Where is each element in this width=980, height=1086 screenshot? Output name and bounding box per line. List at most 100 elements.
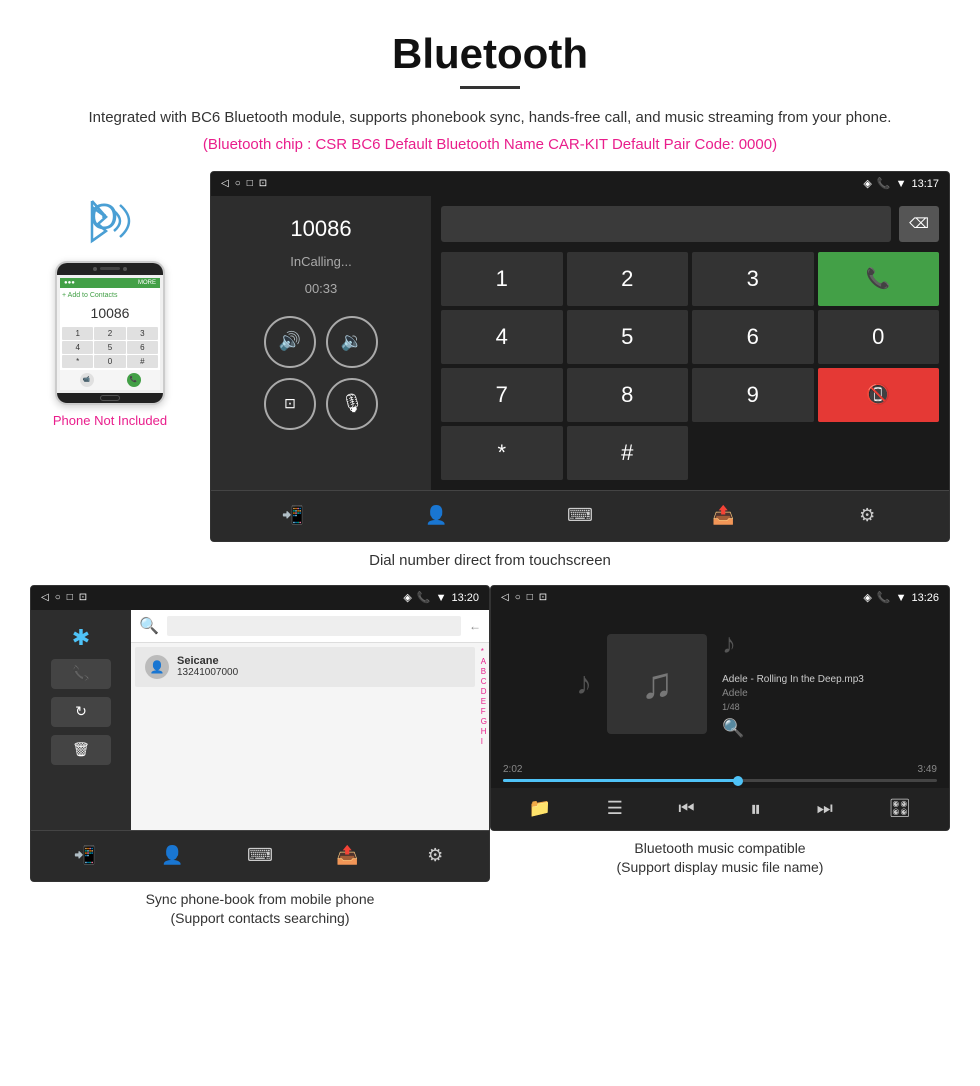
key-hash[interactable]: # xyxy=(567,426,689,480)
sync-sidebar-btn[interactable]: ↻ xyxy=(51,697,111,727)
volume-up-btn[interactable]: 🔊 xyxy=(264,316,316,368)
ms-location-icon: ◈ xyxy=(863,591,871,604)
phone-key-6[interactable]: 6 xyxy=(127,341,158,354)
alpha-index: * A B C D E F G H I xyxy=(479,643,489,830)
contacts-nav-person[interactable]: 👤 xyxy=(157,841,187,871)
key-endcall[interactable]: 📵 xyxy=(818,368,940,422)
progress-thumb xyxy=(733,776,743,786)
delete-sidebar-btn[interactable]: 🗑 xyxy=(51,735,111,765)
android-call-screen: ◁ ○ □ ⊡ ◈ 📞 ▼ 13:17 10086 InCalling... 0… xyxy=(210,171,950,542)
music-note-right: ♪ xyxy=(722,628,736,660)
phonebook-status-bar: ◁ ○ □ ⊡ ◈ 📞 ▼ 13:20 xyxy=(31,586,489,610)
phonebook-screen: ◁ ○ □ ⊡ ◈ 📞 ▼ 13:20 ✱ 📞 ↻ 🗑 xyxy=(30,585,490,882)
key-star[interactable]: * xyxy=(441,426,563,480)
backspace-btn[interactable]: ⌫ xyxy=(899,206,939,242)
phone-status-icon: 📞 xyxy=(877,177,891,190)
page-title: Bluetooth xyxy=(0,0,980,86)
phone-call-btn[interactable]: 📞 xyxy=(127,373,141,387)
add-contacts-label: + Add to Contacts xyxy=(62,290,158,301)
status-right: ◈ 📞 ▼ 13:17 xyxy=(863,177,939,190)
phone-key-5[interactable]: 5 xyxy=(94,341,125,354)
phone-key-0[interactable]: 0 xyxy=(94,355,125,368)
side-notes-left: ♪ xyxy=(576,665,592,702)
progress-times: 2:02 3:49 xyxy=(503,764,937,775)
contacts-list: 👤 Seicane 13241007000 xyxy=(131,643,479,830)
key-0[interactable]: 0 xyxy=(818,310,940,364)
android-status-bar: ◁ ○ □ ⊡ ◈ 📞 ▼ 13:17 xyxy=(211,172,949,196)
phone-key-2[interactable]: 2 xyxy=(94,327,125,340)
back-arrow-icon: ← xyxy=(469,619,481,633)
ms-time-display: 13:26 xyxy=(911,592,939,604)
key-9[interactable]: 9 xyxy=(692,368,814,422)
nav-contacts-icon[interactable]: 👤 xyxy=(421,501,451,531)
time-total: 3:49 xyxy=(918,764,937,775)
ms-home-icon: ○ xyxy=(515,592,521,603)
ms-wifi-icon: ▼ xyxy=(896,592,907,604)
phone-key-hash[interactable]: # xyxy=(127,355,158,368)
phone-video-btn[interactable]: 📹 xyxy=(80,373,94,387)
progress-bar[interactable] xyxy=(503,779,937,782)
call-sidebar-btn[interactable]: 📞 xyxy=(51,659,111,689)
key-8[interactable]: 8 xyxy=(567,368,689,422)
contacts-sidebar: ✱ 📞 ↻ 🗑 xyxy=(31,610,131,830)
search-icon: 🔍 xyxy=(139,616,159,636)
dialpad-input-row: ⌫ xyxy=(441,206,939,242)
dialpad-grid: 1 2 3 📞 4 5 6 0 7 8 9 📵 * # xyxy=(441,252,939,480)
search-field[interactable] xyxy=(167,616,461,636)
key-6[interactable]: 6 xyxy=(692,310,814,364)
contacts-nav-settings[interactable]: ⚙ xyxy=(420,841,450,871)
pb-home-icon: ○ xyxy=(55,592,61,603)
dialpad-input[interactable] xyxy=(441,206,891,242)
contact-item[interactable]: 👤 Seicane 13241007000 xyxy=(135,647,475,687)
equalizer-icon[interactable]: 🎛 xyxy=(888,798,911,819)
next-icon[interactable]: ⏭ xyxy=(817,798,833,819)
playlist-icon[interactable]: ☰ xyxy=(607,798,623,819)
key-call[interactable]: 📞 xyxy=(818,252,940,306)
phone-bottom-bar xyxy=(57,393,163,403)
contacts-nav-dialpad[interactable]: ⌨ xyxy=(245,841,275,871)
nav-settings-icon[interactable]: ⚙ xyxy=(852,501,882,531)
phonebook-caption-line1: Sync phone-book from mobile phone xyxy=(146,891,375,907)
phone-top-bar xyxy=(57,263,163,275)
key-5[interactable]: 5 xyxy=(567,310,689,364)
music-status-left: ◁ ○ □ ⊡ xyxy=(501,592,547,603)
volume-down-btn[interactable]: 🔉 xyxy=(326,316,378,368)
phone-dot-2 xyxy=(123,267,127,271)
contact-name: Seicane xyxy=(177,655,238,667)
home-icon: ○ xyxy=(235,178,241,189)
music-caption-line1: Bluetooth music compatible xyxy=(634,840,805,856)
transfer-btn[interactable]: ⊡ xyxy=(264,378,316,430)
music-search-icon[interactable]: 🔍 xyxy=(722,718,744,739)
phone-key-4[interactable]: 4 xyxy=(62,341,93,354)
main-section: ʘ ●●● MORE xyxy=(0,171,980,542)
music-status-right: ◈ 📞 ▼ 13:26 xyxy=(863,591,939,604)
pb-location-icon: ◈ xyxy=(403,591,411,604)
phone-key-1[interactable]: 1 xyxy=(62,327,93,340)
phone-key-3[interactable]: 3 xyxy=(127,327,158,340)
contacts-layout: ✱ 📞 ↻ 🗑 🔍 ← 👤 xyxy=(31,610,489,830)
call-left-panel: 10086 InCalling... 00:33 🔊 🔉 ⊡ 🎙 xyxy=(211,196,431,490)
music-controls: 📁 ☰ ⏮ ⏸ ⏭ 🎛 xyxy=(491,788,949,830)
music-caption: Bluetooth music compatible (Support disp… xyxy=(617,839,824,878)
key-4[interactable]: 4 xyxy=(441,310,563,364)
prev-icon[interactable]: ⏮ xyxy=(678,798,694,819)
phone-key-star[interactable]: * xyxy=(62,355,93,368)
bt-svg xyxy=(70,191,150,251)
key-3[interactable]: 3 xyxy=(692,252,814,306)
key-7[interactable]: 7 xyxy=(441,368,563,422)
contacts-nav-call[interactable]: 📲 xyxy=(70,841,100,871)
key-2[interactable]: 2 xyxy=(567,252,689,306)
nav-transfer-icon[interactable]: 📤 xyxy=(709,501,739,531)
nav-dialpad-icon[interactable]: ⌨ xyxy=(565,501,595,531)
music-track: 1/48 xyxy=(722,702,864,712)
play-pause-icon[interactable]: ⏸ xyxy=(750,796,761,822)
folder-icon[interactable]: 📁 xyxy=(529,798,551,819)
pb-wifi-icon: ▼ xyxy=(436,592,447,604)
key-1[interactable]: 1 xyxy=(441,252,563,306)
phone-home-btn[interactable] xyxy=(100,395,120,401)
mute-btn[interactable]: 🎙 xyxy=(326,378,378,430)
nav-call-icon[interactable]: 📲 xyxy=(278,501,308,531)
contacts-nav-transfer[interactable]: 📤 xyxy=(333,841,363,871)
bluetooth-signal-icon: ʘ xyxy=(70,191,150,251)
phone-bottom-actions: 📹 📞 xyxy=(60,370,160,390)
